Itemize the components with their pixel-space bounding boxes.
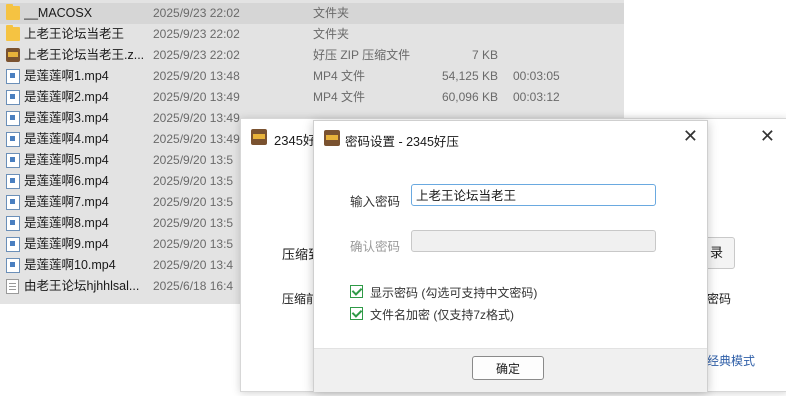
app-logo-icon <box>324 130 340 146</box>
file-row[interactable]: 是莲莲啊1.mp4 2025/9/20 13:48 MP4 文件 54,125 KB 0… <box>0 66 624 87</box>
encrypt-filenames-checkbox[interactable] <box>350 307 363 320</box>
file-date: 2025/9/23 22:02 <box>153 6 240 20</box>
file-row[interactable]: 是莲莲啊2.mp4 2025/9/20 13:49 MP4 文件 60,096 KB 0… <box>0 87 624 108</box>
file-date: 2025/9/20 13:49 <box>153 111 240 125</box>
video-file-icon <box>6 174 20 189</box>
video-file-icon <box>6 111 20 126</box>
video-file-icon <box>6 132 20 147</box>
file-name: 是莲莲啊5.mp4 <box>24 153 109 167</box>
file-duration: 00:03:05 <box>513 69 560 83</box>
file-date: 2025/9/20 13:5 <box>153 216 234 230</box>
video-file-icon <box>6 258 20 273</box>
file-date: 2025/9/20 13:5 <box>153 153 234 167</box>
file-size: 54,125 KB <box>441 69 498 83</box>
file-date: 2025/9/20 13:4 <box>153 258 234 272</box>
file-name: 是莲莲啊3.mp4 <box>24 111 109 125</box>
file-size: 7 KB <box>471 48 498 62</box>
file-date: 2025/9/23 22:02 <box>153 27 240 41</box>
dialog-title: 密码设置 - 2345好压 <box>345 135 459 149</box>
file-duration: 00:03:12 <box>513 90 560 104</box>
folder-icon <box>6 4 20 20</box>
file-name: 是莲莲啊7.mp4 <box>24 195 109 209</box>
file-row[interactable]: 上老王论坛当老王.z... 2025/9/23 22:02 好压 ZIP 压缩文件 7… <box>0 45 624 66</box>
password-dialog-titlebar: 密码设置 - 2345好压 ✕ <box>314 121 707 155</box>
file-name: __MACOSX <box>24 6 93 20</box>
password-input[interactable]: 上老王论坛当老王 <box>411 184 656 206</box>
password-dialog: 密码设置 - 2345好压 ✕ 输入密码 上老王论坛当老王 确认密码 显示密码 … <box>313 120 708 392</box>
file-row[interactable]: 上老王论坛当老王 2025/9/23 22:02 文件夹 <box>0 24 624 45</box>
file-name: 是莲莲啊6.mp4 <box>24 174 109 188</box>
video-file-icon <box>6 153 20 168</box>
file-size: 60,096 KB <box>441 90 498 104</box>
close-icon[interactable]: ✕ <box>683 126 698 147</box>
file-type: 文件夹 <box>313 27 350 41</box>
close-icon[interactable]: ✕ <box>760 126 775 147</box>
file-type: MP4 文件 <box>313 69 366 83</box>
file-type: MP4 文件 <box>313 90 366 104</box>
file-type: 好压 ZIP 压缩文件 <box>313 48 411 62</box>
file-name: 由老王论坛hjhhlsal... <box>24 279 140 293</box>
file-name: 是莲莲啊10.mp4 <box>24 258 116 272</box>
compress-window-title: 2345好 <box>274 133 316 148</box>
file-name: 是莲莲啊4.mp4 <box>24 132 109 146</box>
file-date: 2025/9/20 13:49 <box>153 90 240 104</box>
zip-archive-icon <box>6 48 20 62</box>
video-file-icon <box>6 216 20 231</box>
file-date: 2025/6/18 16:4 <box>153 279 234 293</box>
text-file-icon <box>6 279 19 294</box>
encrypt-filenames-label: 文件名加密 (仅支持7z格式) <box>370 308 515 322</box>
confirm-password-input[interactable] <box>411 230 656 252</box>
file-name: 是莲莲啊8.mp4 <box>24 216 109 230</box>
ok-button[interactable]: 确定 <box>472 356 544 380</box>
file-name: 是莲莲啊1.mp4 <box>24 69 109 83</box>
file-date: 2025/9/20 13:49 <box>153 132 240 146</box>
file-name: 上老王论坛当老王.z... <box>24 48 144 62</box>
file-date: 2025/9/20 13:5 <box>153 174 234 188</box>
video-file-icon <box>6 69 20 84</box>
folder-icon <box>6 25 20 41</box>
show-password-checkbox[interactable] <box>350 285 363 298</box>
show-password-label: 显示密码 (勾选可支持中文密码) <box>370 286 538 300</box>
file-date: 2025/9/20 13:48 <box>153 69 240 83</box>
video-file-icon <box>6 195 20 210</box>
file-date: 2025/9/20 13:5 <box>153 237 234 251</box>
password-label: 输入密码 <box>350 195 401 209</box>
file-name: 是莲莲啊2.mp4 <box>24 90 109 104</box>
file-date: 2025/9/20 13:5 <box>153 195 234 209</box>
file-row[interactable]: __MACOSX 2025/9/23 22:02 文件夹 <box>0 3 624 24</box>
app-logo-icon <box>251 129 267 145</box>
file-name: 是莲莲啊9.mp4 <box>24 237 109 251</box>
file-name: 上老王论坛当老王 <box>24 27 125 41</box>
password-link-text[interactable]: 密码 <box>707 290 731 307</box>
file-type: 文件夹 <box>313 6 350 20</box>
video-file-icon <box>6 237 20 252</box>
dialog-footer: 确定 <box>314 348 707 392</box>
confirm-password-label: 确认密码 <box>350 240 401 254</box>
file-date: 2025/9/23 22:02 <box>153 48 240 62</box>
video-file-icon <box>6 90 20 105</box>
classic-mode-link[interactable]: 经典模式 <box>707 352 755 369</box>
